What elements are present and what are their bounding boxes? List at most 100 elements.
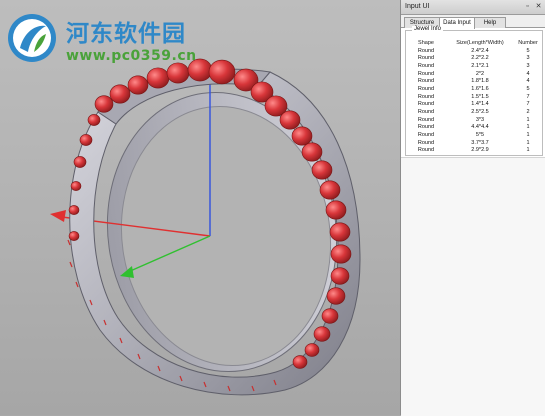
column-header-number[interactable]: Number	[516, 39, 540, 47]
gem	[291, 126, 313, 146]
gem	[70, 181, 82, 191]
gem	[329, 222, 351, 242]
gem	[292, 355, 308, 369]
gem	[208, 59, 236, 85]
prong	[67, 239, 71, 246]
cell-number: 4	[526, 70, 530, 77]
cell-size: 2.2*2.2	[471, 55, 489, 62]
cell-shape: Round	[417, 147, 435, 154]
tab-data-input[interactable]: Data Input	[439, 17, 475, 29]
cell-number: 2	[526, 109, 530, 116]
table-row[interactable]: Round 1.6*1.6 5	[408, 85, 540, 93]
gem	[326, 287, 346, 305]
column-header-size[interactable]: Size(Length*Width)	[444, 39, 516, 47]
table-row[interactable]: Round 1.4*1.4 7	[408, 101, 540, 109]
cell-shape: Round	[417, 139, 435, 146]
cell-shape: Round	[417, 101, 435, 108]
cell-shape: Round	[417, 132, 435, 139]
table-row[interactable]: Round 2.5*2.5 2	[408, 108, 540, 116]
jewel-info-label: Jewel Info	[412, 26, 444, 32]
table-header-row: Shape Size(Length*Width) Number	[408, 39, 540, 47]
cell-number: 3	[526, 55, 530, 62]
gem	[79, 134, 93, 146]
tab-help[interactable]: Help	[474, 17, 506, 28]
gem	[94, 95, 114, 113]
cell-shape: Round	[417, 55, 435, 62]
table-row[interactable]: Round 1.5*1.5 7	[408, 93, 540, 101]
cell-shape: Round	[417, 116, 435, 123]
column-header-shape[interactable]: Shape	[408, 39, 444, 47]
table-row[interactable]: Round 2.4*2.4 5	[408, 47, 540, 55]
gem	[319, 180, 341, 200]
gem	[313, 326, 331, 342]
cell-shape: Round	[417, 78, 435, 85]
table-row[interactable]: Round 2.1*2.1 3	[408, 62, 540, 70]
cell-size: 1.4*1.4	[471, 101, 489, 108]
cell-size: 2.5*2.5	[471, 109, 489, 116]
cell-number: 7	[526, 101, 530, 108]
gem	[68, 231, 80, 241]
panel-empty-area	[401, 157, 545, 416]
cell-number: 1	[526, 139, 530, 146]
gem	[311, 160, 333, 180]
panel-title-bar[interactable]: Input UI ▫ ✕	[401, 0, 545, 15]
prong	[75, 281, 79, 288]
cell-size: 2.1*2.1	[471, 62, 489, 69]
gem	[325, 200, 347, 220]
pin-icon[interactable]: ▫	[523, 2, 532, 11]
ring-model-render[interactable]	[0, 0, 400, 415]
gem	[73, 156, 87, 168]
gem	[146, 67, 170, 89]
table-row[interactable]: Round 5*5 1	[408, 131, 540, 139]
cell-size: 5*5	[475, 132, 485, 139]
gem	[109, 84, 131, 104]
table-row[interactable]: Round 3*3 1	[408, 116, 540, 124]
cell-size: 4.4*4.4	[471, 124, 489, 131]
cell-size: 3.7*3.7	[471, 139, 489, 146]
gem	[301, 142, 323, 162]
input-ui-panel: Input UI ▫ ✕ Structure Data Input Help J…	[400, 0, 545, 416]
gem	[321, 308, 339, 324]
cell-shape: Round	[417, 85, 435, 92]
cell-shape: Round	[417, 109, 435, 116]
3d-viewport[interactable]: 河东软件园 www.pc0359.cn	[0, 0, 400, 415]
cell-size: 2*2	[475, 70, 485, 77]
gem	[68, 205, 80, 215]
watermark-site-name: 河东软件园	[66, 20, 186, 47]
cell-size: 1.8*1.8	[471, 78, 489, 85]
table-row[interactable]: Round 2.2*2.2 3	[408, 54, 540, 62]
cell-size: 3*3	[475, 116, 485, 123]
cell-shape: Round	[417, 62, 435, 69]
prong	[69, 261, 73, 268]
gem	[87, 114, 101, 126]
table-row[interactable]: Round 2.9*2.9 1	[408, 147, 540, 155]
cell-number: 5	[526, 85, 530, 92]
table-row[interactable]: Round 4.4*4.4 1	[408, 124, 540, 132]
cell-number: 1	[526, 116, 530, 123]
watermark-url: www.pc0359.cn	[66, 48, 197, 64]
close-icon[interactable]: ✕	[534, 2, 543, 11]
gem	[330, 244, 352, 264]
gem	[304, 343, 320, 357]
cell-shape: Round	[417, 70, 435, 77]
gem	[127, 75, 149, 95]
axis-x-arrow	[50, 210, 66, 222]
jewel-info-group: Jewel Info Shape Size(Length*Width) Numb…	[405, 26, 543, 156]
table-row[interactable]: Round 3.7*3.7 1	[408, 139, 540, 147]
gem	[279, 110, 301, 130]
cell-number: 7	[526, 93, 530, 100]
logo-icon	[8, 14, 56, 62]
table-row[interactable]: Round 1.8*1.8 4	[408, 77, 540, 85]
cell-size: 2.4*2.4	[471, 47, 489, 54]
gem	[166, 62, 190, 84]
cell-number: 1	[526, 147, 530, 154]
watermark-logo	[6, 12, 58, 64]
cell-size: 1.5*1.5	[471, 93, 489, 100]
cell-number: 5	[526, 47, 530, 54]
gem	[330, 267, 350, 285]
cell-shape: Round	[417, 124, 435, 131]
cell-number: 1	[526, 124, 530, 131]
table-row[interactable]: Round 2*2 4	[408, 70, 540, 78]
cell-size: 2.9*2.9	[471, 147, 489, 154]
cell-shape: Round	[417, 93, 435, 100]
